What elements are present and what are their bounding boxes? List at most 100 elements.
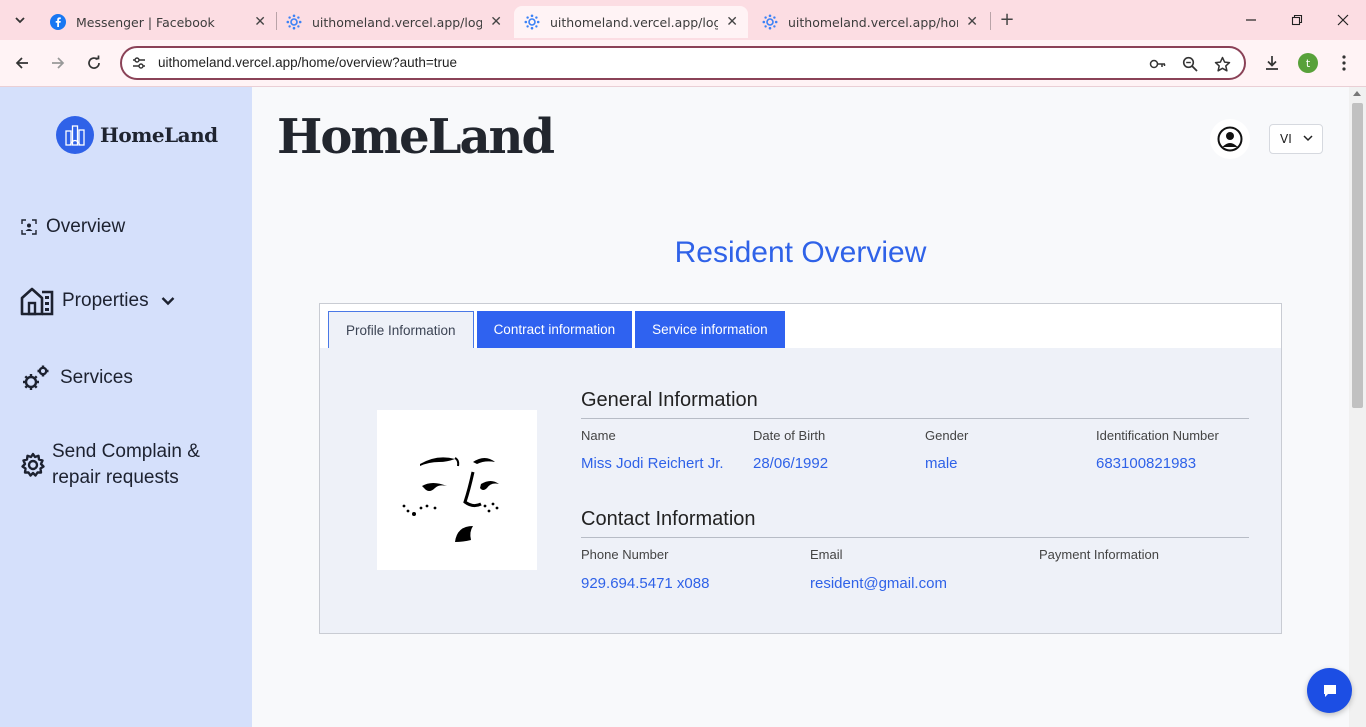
browser-menu-button[interactable] — [1331, 50, 1357, 76]
profile-panel: General Information Name Miss Jodi Reich… — [320, 348, 1281, 633]
sidebar-item-label: Send Complain & repair requests — [52, 439, 200, 491]
new-tab-button[interactable]: + — [996, 8, 1018, 30]
sidebar-item-overview[interactable]: Overview — [20, 216, 125, 238]
sidebar-item-label: Properties — [62, 290, 149, 311]
chevron-down-icon — [1303, 135, 1313, 142]
sidebar-item-label: Overview — [46, 216, 126, 237]
close-icon[interactable]: ✕ — [726, 14, 738, 30]
chat-bubble-icon — [1323, 684, 1336, 697]
scroll-up-arrow-icon[interactable] — [1353, 91, 1361, 96]
sidebar-item-complaints[interactable]: Send Complain & repair requests — [20, 439, 200, 491]
scrollbar-thumb[interactable] — [1352, 103, 1363, 408]
site-settings-icon[interactable] — [132, 56, 146, 70]
minimize-button[interactable] — [1228, 8, 1274, 32]
tab-title: Messenger | Facebook — [76, 14, 215, 30]
phone-label: Phone Number — [581, 547, 669, 562]
browser-tab-login-1[interactable]: uithomeland.vercel.app/login ✕ — [276, 6, 512, 38]
logo-text: HomeLand — [100, 123, 218, 147]
restore-icon — [1291, 14, 1303, 26]
browser-toolbar: uithomeland.vercel.app/home/overview?aut… — [0, 40, 1366, 87]
close-icon[interactable]: ✕ — [490, 14, 502, 30]
gender-label: Gender — [925, 428, 969, 443]
sidebar-item-properties[interactable]: Properties — [20, 286, 175, 316]
user-circle-icon — [1217, 126, 1243, 152]
page-title: Resident Overview — [674, 236, 927, 269]
label-line-1: Send Complain & — [52, 441, 200, 462]
main-content: HomeLand VI Resident Overview Profile In… — [252, 87, 1349, 727]
id-number-value: 683100821983 — [1096, 455, 1197, 472]
close-icon[interactable]: ✕ — [254, 14, 266, 30]
face-illustration-icon — [402, 457, 499, 542]
divider — [581, 418, 1249, 419]
chevron-down-icon — [15, 17, 25, 24]
dob-label: Date of Birth — [753, 428, 826, 443]
sidebar-logo[interactable]: HomeLand — [56, 116, 218, 154]
language-select[interactable]: VI — [1269, 124, 1323, 154]
close-window-button[interactable] — [1320, 8, 1366, 32]
minimize-icon — [1246, 19, 1256, 21]
vercel-gear-icon — [524, 14, 540, 30]
contact-information-heading: Contact Information — [581, 508, 756, 530]
browser-tab-login-active[interactable]: uithomeland.vercel.app/login ✕ — [514, 6, 748, 38]
user-account-button[interactable] — [1210, 119, 1250, 159]
password-key-icon[interactable] — [1149, 55, 1167, 73]
tab-search-button[interactable] — [8, 8, 32, 32]
restore-button[interactable] — [1274, 8, 1320, 32]
building-icon — [20, 286, 54, 316]
email-label: Email — [810, 547, 843, 562]
id-number-label: Identification Number — [1096, 428, 1219, 443]
settings-icon — [20, 452, 46, 478]
chevron-down-icon[interactable] — [161, 296, 175, 306]
divider — [581, 537, 1249, 538]
back-button[interactable] — [9, 50, 35, 76]
gender-value: male — [925, 455, 958, 472]
name-value: Miss Jodi Reichert Jr. — [581, 455, 724, 472]
close-icon[interactable]: ✕ — [966, 14, 978, 30]
homeland-logo-icon — [56, 116, 94, 154]
facebook-icon — [50, 14, 66, 30]
dob-value: 28/06/1992 — [753, 455, 829, 472]
tab-title: uithomeland.vercel.app/login — [550, 14, 719, 30]
reload-icon — [88, 55, 100, 69]
browser-profile-avatar[interactable]: t — [1298, 53, 1318, 73]
tab-profile-information[interactable]: Profile Information — [328, 311, 474, 348]
browser-tab-home[interactable]: uithomeland.vercel.app/home/o ✕ — [752, 6, 988, 38]
bookmark-star-icon[interactable] — [1213, 55, 1231, 73]
avatar — [377, 410, 537, 570]
reload-button[interactable] — [81, 50, 107, 76]
forward-button[interactable] — [45, 50, 71, 76]
tab-title: uithomeland.vercel.app/login — [312, 14, 483, 30]
resident-card: Profile Information Contract information… — [319, 303, 1282, 634]
chat-button[interactable] — [1307, 668, 1352, 713]
phone-value: 929.694.5471 x088 — [581, 575, 710, 592]
zoom-icon[interactable] — [1181, 55, 1199, 73]
sidebar-item-services[interactable]: Services — [20, 363, 133, 393]
general-information-heading: General Information — [581, 389, 758, 411]
sidebar-item-label: Services — [60, 367, 133, 388]
browser-tab-bar: Messenger | Facebook ✕ uithomeland.verce… — [0, 0, 1366, 40]
address-bar[interactable]: uithomeland.vercel.app/home/overview?aut… — [120, 46, 1246, 80]
page-scrollbar[interactable] — [1349, 87, 1366, 727]
info-tabs: Profile Information Contract information… — [328, 311, 788, 348]
payment-label: Payment Information — [1039, 547, 1159, 562]
tab-service-information[interactable]: Service information — [635, 311, 785, 348]
downloads-button[interactable] — [1259, 50, 1285, 76]
download-icon — [1266, 56, 1278, 70]
tab-contract-information[interactable]: Contract information — [476, 311, 633, 348]
email-value: resident@gmail.com — [810, 575, 947, 592]
vercel-gear-icon — [286, 14, 302, 30]
label-line-2: repair requests — [52, 467, 179, 488]
language-value: VI — [1280, 132, 1292, 146]
overview-icon — [20, 219, 38, 235]
url-text: uithomeland.vercel.app/home/overview?aut… — [158, 55, 458, 70]
kebab-menu-icon — [1342, 55, 1346, 71]
gears-icon — [20, 363, 50, 393]
tab-title: uithomeland.vercel.app/home/o — [788, 14, 958, 30]
browser-tab-messenger[interactable]: Messenger | Facebook ✕ — [40, 6, 276, 38]
close-icon — [1337, 14, 1349, 26]
sidebar: HomeLand Overview Properties Services Se… — [0, 87, 252, 727]
arrow-left-icon — [15, 57, 28, 69]
vercel-gear-icon — [762, 14, 778, 30]
tab-separator — [990, 12, 991, 30]
brand-title: HomeLand — [277, 109, 555, 165]
